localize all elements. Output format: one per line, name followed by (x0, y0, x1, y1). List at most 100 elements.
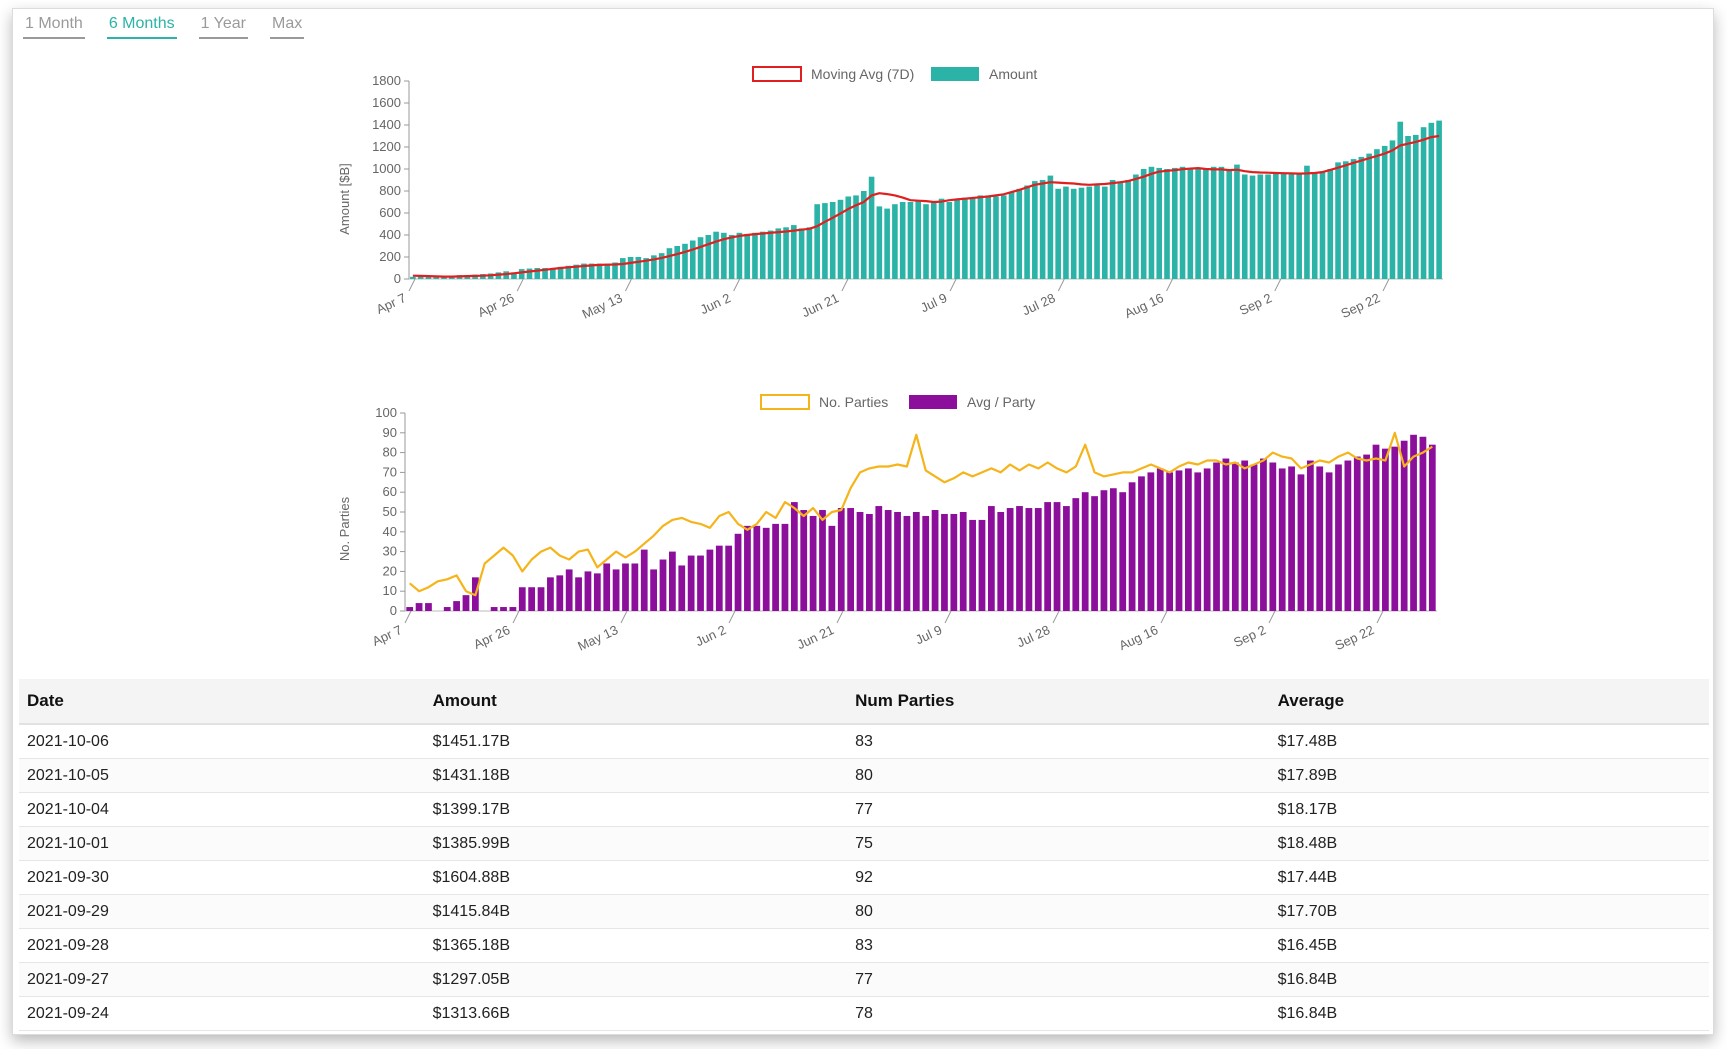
bar (410, 276, 416, 279)
cell-num-parties: 77 (847, 792, 1270, 827)
bar (753, 525, 761, 611)
legend-swatch-avg-party (909, 395, 957, 409)
x-tick-label: Jul 28 (1014, 622, 1052, 650)
bar (1241, 460, 1249, 611)
table-row[interactable]: 2021-09-29 $1415.84B 80 $17.70B (19, 894, 1709, 929)
bar (689, 240, 696, 279)
bar (1008, 192, 1015, 279)
bar (822, 203, 828, 279)
x-tick-mark (1057, 278, 1065, 292)
bar (1405, 136, 1411, 279)
x-tick-mark (620, 610, 628, 624)
bar (837, 508, 845, 611)
cell-amount: $1451.17B (424, 724, 848, 759)
x-tick-mark (836, 610, 844, 624)
tab-max[interactable]: Max (270, 15, 305, 39)
y-tick-label: 100 (375, 405, 397, 420)
bar (1032, 181, 1038, 279)
cell-date: 2021-10-04 (19, 792, 425, 827)
header-num-parties[interactable]: Num Parties (847, 679, 1270, 725)
y-tick-label: 200 (379, 249, 401, 264)
bar (1381, 145, 1388, 279)
bar (969, 198, 976, 279)
bar (1269, 462, 1277, 611)
y-tick-label: 1400 (372, 117, 401, 132)
legend-swatch-amount (931, 67, 979, 81)
table-row[interactable]: 2021-09-28 $1365.18B 83 $16.45B (19, 928, 1709, 963)
cell-average: $18.48B (1269, 826, 1709, 861)
bar (1231, 462, 1239, 611)
legend-moving-avg: Moving Avg (7D) (811, 66, 914, 82)
bar (584, 571, 592, 611)
header-average[interactable]: Average (1269, 679, 1709, 725)
bar (635, 257, 642, 279)
bar (547, 577, 554, 611)
cell-date: 2021-09-27 (19, 962, 425, 997)
bar (619, 258, 626, 279)
tab-1-year[interactable]: 1 Year (198, 15, 249, 39)
x-tick-mark (1274, 278, 1282, 292)
x-tick-mark (949, 278, 957, 292)
bar (1034, 508, 1042, 611)
bar (678, 565, 686, 611)
bar (453, 601, 460, 611)
bar (1382, 448, 1389, 611)
table-row[interactable]: 2021-10-05 $1431.18B 80 $17.89B (19, 758, 1709, 793)
cell-amount: $1313.66B (424, 996, 848, 1031)
table-row[interactable]: 2021-09-24 $1313.66B 78 $16.84B (19, 996, 1709, 1031)
y-tick-label: 40 (383, 524, 397, 539)
table-row[interactable]: 2021-10-06 $1451.17B 83 $17.48B (19, 724, 1709, 759)
bar (1210, 166, 1217, 279)
amount-x-ticks: Apr 7 Apr 26 May 13 Jun 2 Jun 21 Jul 9 Jul 28 A… (374, 278, 1390, 322)
bar (1428, 444, 1436, 611)
cell-amount: $1365.18B (424, 928, 848, 963)
bar (915, 200, 922, 279)
table-row[interactable]: 2021-10-01 $1385.99B 75 $18.48B (19, 826, 1709, 861)
bar (1138, 476, 1145, 611)
header-date[interactable]: Date (19, 679, 425, 725)
cell-num-parties: 92 (847, 860, 1270, 895)
bar (705, 235, 712, 279)
bar (725, 545, 733, 611)
bar (1363, 454, 1371, 611)
legend-swatch-parties (760, 394, 810, 410)
bar (1063, 506, 1070, 611)
cell-amount: $1385.99B (424, 826, 848, 861)
x-tick-label: Aug 16 (1122, 290, 1166, 321)
bar (518, 587, 526, 611)
bar (697, 237, 704, 279)
bar (993, 196, 999, 279)
bar (500, 607, 507, 611)
bar (1410, 434, 1417, 611)
bar (987, 506, 995, 611)
table-row[interactable]: 2021-09-30 $1604.88B 92 $17.44B (19, 860, 1709, 895)
tab-6-months[interactable]: 6 Months (106, 15, 177, 39)
bar (1420, 127, 1427, 279)
bar (791, 225, 797, 279)
bar (1436, 120, 1442, 279)
bar (1094, 185, 1100, 279)
amount-axis-title: Amount [$B] (337, 163, 352, 235)
header-amount[interactable]: Amount (424, 679, 848, 725)
bar (1166, 472, 1173, 611)
data-table: Date Amount Num Parties Average 2021-10-… (19, 679, 1709, 1031)
x-tick-mark (624, 278, 632, 292)
tab-1-month[interactable]: 1 Month (23, 15, 85, 39)
cell-num-parties: 77 (847, 962, 1270, 997)
bar (697, 555, 704, 611)
bar (1006, 508, 1014, 611)
y-tick-label: 30 (383, 544, 397, 559)
y-tick-label: 10 (383, 583, 397, 598)
bar (1213, 462, 1220, 611)
table-row[interactable]: 2021-10-04 $1399.17B 77 $18.17B (19, 792, 1709, 827)
bar (1343, 161, 1349, 279)
bar (715, 545, 723, 611)
table-row[interactable]: 2021-09-27 $1297.05B 77 $16.84B (19, 962, 1709, 997)
bar (1016, 188, 1023, 279)
x-tick-label: Jul 9 (918, 290, 949, 315)
bar (674, 246, 681, 279)
bar (1304, 165, 1310, 279)
bar (856, 512, 864, 611)
cell-amount: $1415.84B (424, 894, 848, 929)
bar (1091, 496, 1098, 611)
